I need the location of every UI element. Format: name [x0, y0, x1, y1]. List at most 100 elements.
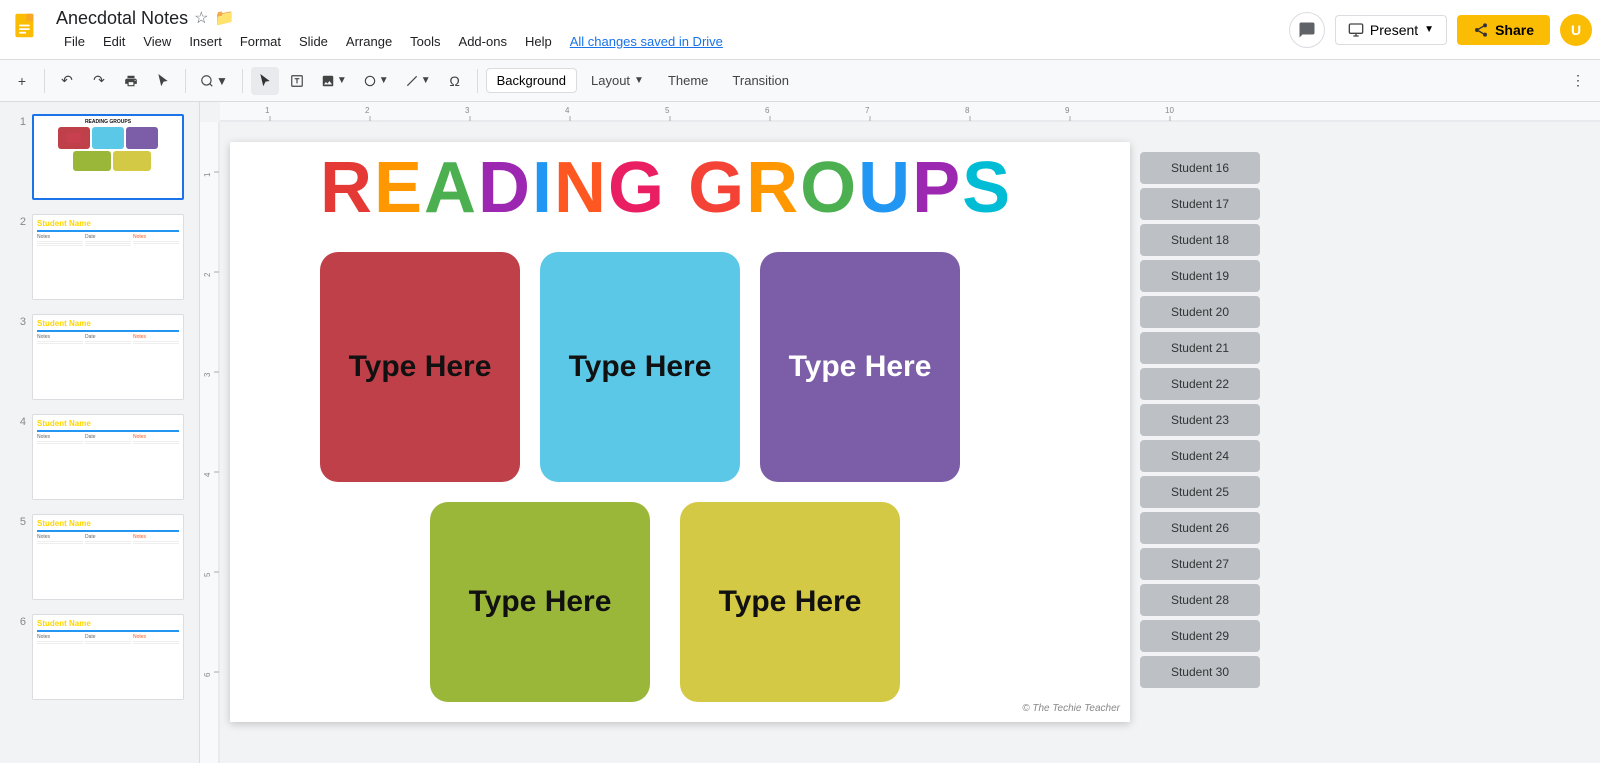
student-btn-20[interactable]: Student 20: [1140, 296, 1260, 328]
toolbar-divider-2: [185, 69, 186, 93]
shape-tool[interactable]: ▼: [357, 71, 395, 91]
slide-num-1: 1: [12, 114, 26, 128]
print-button[interactable]: [117, 67, 145, 95]
svg-text:5: 5: [203, 572, 212, 577]
background-label: Background: [497, 73, 566, 88]
student-btn-26[interactable]: Student 26: [1140, 512, 1260, 544]
student-btn-21[interactable]: Student 21: [1140, 332, 1260, 364]
slide-thumb-5[interactable]: 5 Student Name Notes Date Notes: [8, 510, 191, 604]
share-button[interactable]: Share: [1457, 15, 1550, 45]
student-btn-30[interactable]: Student 30: [1140, 656, 1260, 688]
line-tool[interactable]: ▼: [399, 71, 437, 91]
group-label-green: Type Here: [469, 585, 612, 619]
copyright-text: © The Techie Teacher: [1022, 703, 1120, 714]
menu-slide[interactable]: Slide: [291, 31, 336, 52]
special-char-button[interactable]: Ω: [441, 67, 469, 95]
transition-button[interactable]: Transition: [722, 69, 799, 92]
menu-bar: File Edit View Insert Format Slide Arran…: [56, 31, 1289, 52]
app-icon[interactable]: [8, 10, 48, 50]
group-box-green[interactable]: Type Here: [430, 502, 650, 702]
present-dropdown-icon[interactable]: ▼: [1424, 24, 1434, 35]
slide-thumb-6[interactable]: 6 Student Name Notes Date Notes: [8, 610, 191, 704]
comments-icon[interactable]: [1289, 12, 1325, 48]
slide-preview-5: Student Name Notes Date Notes: [32, 514, 184, 600]
menu-addons[interactable]: Add-ons: [451, 31, 515, 52]
student-btn-23[interactable]: Student 23: [1140, 404, 1260, 436]
transition-label: Transition: [732, 73, 789, 88]
group-box-purple[interactable]: Type Here: [760, 252, 960, 482]
folder-icon[interactable]: 📁: [214, 8, 234, 28]
slide-thumb-2[interactable]: 2 Student Name Notes Date Notes: [8, 210, 191, 304]
menu-view[interactable]: View: [135, 31, 179, 52]
slide-preview-6: Student Name Notes Date Notes: [32, 614, 184, 700]
image-tool[interactable]: ▼: [315, 71, 353, 91]
student-btn-29[interactable]: Student 29: [1140, 620, 1260, 652]
slide-thumb-4[interactable]: 4 Student Name Notes Date Notes: [8, 410, 191, 504]
select-tool[interactable]: [251, 67, 279, 95]
present-button[interactable]: Present ▼: [1335, 15, 1447, 45]
star-icon[interactable]: ☆: [194, 8, 208, 28]
group-label-purple: Type Here: [789, 350, 932, 384]
toolbar-divider-4: [477, 69, 478, 93]
svg-text:2: 2: [203, 272, 212, 277]
group-box-yellow[interactable]: Type Here: [680, 502, 900, 702]
student-btn-16[interactable]: Student 16: [1140, 152, 1260, 184]
group-label-yellow: Type Here: [719, 585, 862, 619]
student-btn-25[interactable]: Student 25: [1140, 476, 1260, 508]
student-btn-24[interactable]: Student 24: [1140, 440, 1260, 472]
slide-thumb-1[interactable]: 1 READING GROUPS: [8, 110, 191, 204]
toolbar-divider-1: [44, 69, 45, 93]
slide-canvas-container: Student 1 Student 2 Student 3 Student 4 …: [230, 142, 1130, 722]
menu-format[interactable]: Format: [232, 31, 289, 52]
redo-button[interactable]: ↷: [85, 67, 113, 95]
top-bar: Anecdotal Notes ☆ 📁 File Edit View Inser…: [0, 0, 1600, 60]
slide-num-6: 6: [12, 614, 26, 628]
slide-num-5: 5: [12, 514, 26, 528]
slide-content: READING GROUPS Type Here Type Here: [230, 142, 1130, 722]
student-btn-28[interactable]: Student 28: [1140, 584, 1260, 616]
svg-text:3: 3: [203, 372, 212, 377]
doc-title-text[interactable]: Anecdotal Notes: [56, 8, 188, 29]
theme-button[interactable]: Theme: [658, 69, 718, 92]
student-btn-19[interactable]: Student 19: [1140, 260, 1260, 292]
student-btn-27[interactable]: Student 27: [1140, 548, 1260, 580]
text-box-tool[interactable]: [283, 67, 311, 95]
slide-thumb-3[interactable]: 3 Student Name Notes Date Notes: [8, 310, 191, 404]
undo-button[interactable]: ↶: [53, 67, 81, 95]
group-label-red: Type Here: [349, 350, 492, 384]
svg-text:6: 6: [203, 672, 212, 677]
menu-insert[interactable]: Insert: [181, 31, 230, 52]
cursor-button[interactable]: [149, 67, 177, 95]
svg-text:9: 9: [1065, 106, 1070, 115]
main-area: 1 READING GROUPS: [0, 102, 1600, 763]
student-btn-17[interactable]: Student 17: [1140, 188, 1260, 220]
slide-preview-3: Student Name Notes Date Notes: [32, 314, 184, 400]
zoom-dropdown[interactable]: ▼: [194, 71, 234, 91]
share-label: Share: [1495, 22, 1534, 38]
slide-title: READING GROUPS: [320, 152, 1110, 224]
new-slide-button[interactable]: +: [8, 67, 36, 95]
menu-edit[interactable]: Edit: [95, 31, 133, 52]
user-avatar[interactable]: U: [1560, 14, 1592, 46]
toolbar: + ↶ ↷ ▼ ▼ ▼ ▼ Ω Background Layout ▼ Them…: [0, 60, 1600, 102]
student-btn-22[interactable]: Student 22: [1140, 368, 1260, 400]
slide-preview-1: READING GROUPS: [32, 114, 184, 200]
group-box-blue[interactable]: Type Here: [540, 252, 740, 482]
group-box-red[interactable]: Type Here: [320, 252, 520, 482]
svg-text:5: 5: [665, 106, 670, 115]
reading-groups-heading: READING GROUPS: [320, 152, 1110, 224]
background-button[interactable]: Background: [486, 68, 577, 93]
svg-text:2: 2: [365, 106, 370, 115]
svg-text:8: 8: [965, 106, 970, 115]
more-options-button[interactable]: ⋮: [1564, 67, 1592, 95]
canvas-wrapper[interactable]: 1 2 3 4 5 6 7 8 Student 1 Student 2 Stud…: [200, 122, 1600, 763]
layout-button[interactable]: Layout ▼: [581, 69, 654, 92]
slide-num-4: 4: [12, 414, 26, 428]
svg-text:4: 4: [203, 472, 212, 477]
layout-dropdown-icon: ▼: [634, 75, 644, 86]
student-btn-18[interactable]: Student 18: [1140, 224, 1260, 256]
menu-file[interactable]: File: [56, 31, 93, 52]
menu-tools[interactable]: Tools: [402, 31, 448, 52]
menu-arrange[interactable]: Arrange: [338, 31, 400, 52]
menu-help[interactable]: Help: [517, 31, 560, 52]
